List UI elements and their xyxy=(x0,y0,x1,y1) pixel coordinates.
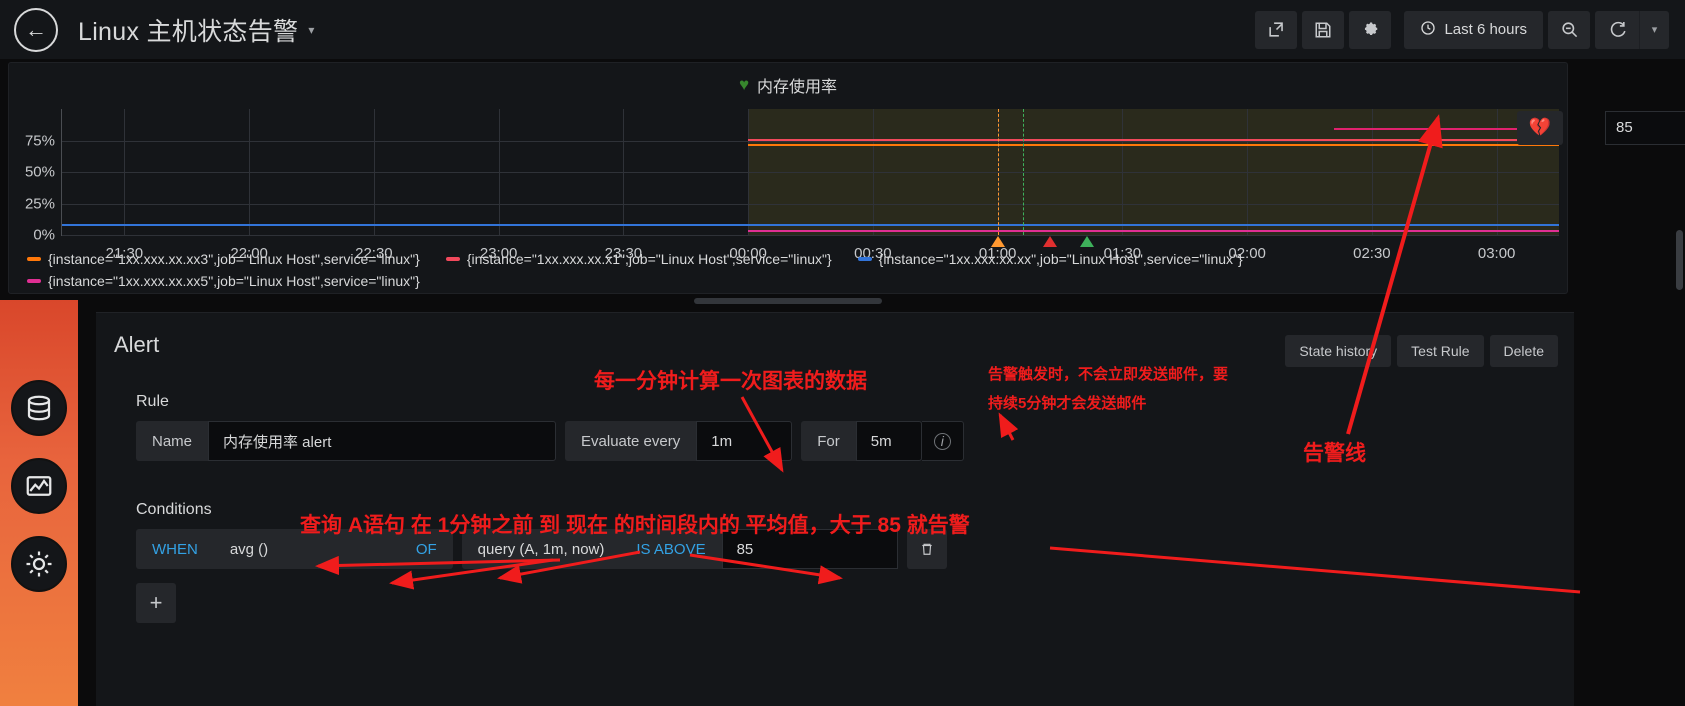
condition-of[interactable]: OF xyxy=(399,529,453,569)
page-scrollbar-thumb[interactable] xyxy=(1676,230,1683,290)
alert-section-title: Alert xyxy=(114,332,160,357)
zoom-out-icon[interactable] xyxy=(1548,10,1590,49)
rule-fields-row: Name 内存使用率 alert Evaluate every 1m For 5… xyxy=(136,421,1534,461)
legend-item[interactable]: {instance="1xx.xxx.xx.xx3",job="Linux Ho… xyxy=(27,251,420,267)
refresh-interval-caret-icon[interactable]: ▾ xyxy=(1639,10,1669,49)
grid-line-horizontal xyxy=(62,172,1559,173)
legend-item[interactable]: {instance="1xx.xxx.xx.xx5",job="Linux Ho… xyxy=(27,273,420,289)
grid-line-horizontal xyxy=(62,235,1559,236)
plus-icon[interactable]: + xyxy=(136,583,176,623)
time-range-label: Last 6 hours xyxy=(1444,21,1527,38)
conditions-section: Conditions WHEN avg () OF query (A, 1m, … xyxy=(96,501,1574,623)
alert-state-marker-pending[interactable] xyxy=(990,236,1005,247)
grid-line-vertical xyxy=(1122,109,1124,235)
time-range-picker[interactable]: Last 6 hours xyxy=(1404,10,1543,49)
alert-editor-panel: Alert State history Test Rule Delete Rul… xyxy=(96,312,1574,706)
for-label: For xyxy=(801,421,856,461)
grid-line-vertical xyxy=(249,109,251,235)
grid-line-vertical xyxy=(373,109,375,235)
chart-series-line xyxy=(748,139,1559,142)
navbar-actions xyxy=(1255,10,1396,49)
heart-ok-icon: ♥ xyxy=(738,75,750,94)
state-history-button[interactable]: State history xyxy=(1285,335,1392,367)
alert-editor-header: Alert State history Test Rule Delete xyxy=(96,313,1574,377)
panel-resize-handle[interactable] xyxy=(694,298,882,304)
dashboard-graph-icon[interactable] xyxy=(11,458,67,514)
rule-name-input[interactable]: 内存使用率 alert xyxy=(208,421,557,461)
grid-line-vertical xyxy=(124,109,126,235)
alert-state-marker-alerting[interactable] xyxy=(1043,236,1058,247)
chart-series-line xyxy=(748,229,1559,232)
legend-label: {instance="1xx.xxx.xx.xx3",job="Linux Ho… xyxy=(48,251,420,267)
condition-operator[interactable]: IS ABOVE xyxy=(620,529,722,569)
y-axis-tick: 0% xyxy=(33,226,55,244)
threshold-value-input[interactable]: 85 xyxy=(1605,110,1685,145)
top-navbar: ← Linux 主机状态告警 ▾ Last 6 hours ▾ xyxy=(0,0,1685,59)
grid-line-vertical xyxy=(748,109,750,235)
gear-alert-icon[interactable] xyxy=(11,536,67,592)
chevron-down-icon[interactable]: ▾ xyxy=(308,23,314,37)
for-field[interactable]: For 5m i xyxy=(801,421,964,461)
y-axis-tick: 75% xyxy=(24,132,55,149)
chart-series-line xyxy=(748,144,1559,147)
grid-line-vertical xyxy=(498,109,500,235)
alert-state-marker-ok[interactable] xyxy=(1080,236,1095,247)
legend-color-swatch xyxy=(445,257,460,261)
legend-color-swatch xyxy=(27,279,41,283)
chart-legend: {instance="1xx.xxx.xx.xx3",job="Linux Ho… xyxy=(27,251,1549,289)
save-icon[interactable] xyxy=(1302,10,1345,49)
left-icon-rail xyxy=(0,300,78,706)
page-title: Linux 主机状态告警 xyxy=(78,17,299,46)
legend-item[interactable]: {instance="1xx.xxx.xx.xx",job="Linux Hos… xyxy=(857,251,1243,267)
for-info-wrap: i xyxy=(921,421,964,461)
grid-line-vertical xyxy=(623,109,625,235)
legend-color-swatch xyxy=(857,257,872,261)
legend-item[interactable]: {instance="1xx.xxx.xx.x1",job="Linux Hos… xyxy=(445,251,832,267)
condition-reducer[interactable]: avg () xyxy=(213,529,400,569)
share-icon[interactable] xyxy=(1255,10,1298,49)
legend-label: {instance="1xx.xxx.xx.x1",job="Linux Hos… xyxy=(466,251,832,267)
legend-color-swatch xyxy=(27,257,41,261)
chart-plot-area[interactable]: 0% 25% 50% 75% 21:30 22:00 22:30 23:00 23:30 00:0… xyxy=(25,109,1685,262)
alert-event-line xyxy=(997,109,999,235)
database-icon[interactable] xyxy=(11,380,67,436)
evaluate-every-label: Evaluate every xyxy=(565,421,697,461)
for-input[interactable]: 5m xyxy=(855,421,922,461)
y-axis-tick: 25% xyxy=(24,195,55,212)
condition-row: WHEN avg () OF query (A, 1m, now) IS ABO… xyxy=(136,529,1534,569)
rule-name-label: Name xyxy=(136,421,209,461)
chart-series-line xyxy=(62,223,1559,226)
grid-line-vertical xyxy=(872,109,874,235)
grid-line-horizontal xyxy=(62,203,1559,205)
gear-icon[interactable] xyxy=(1349,10,1392,49)
panel-header[interactable]: ♥ 内存使用率 xyxy=(9,73,1567,97)
conditions-section-label: Conditions xyxy=(136,501,212,518)
condition-when[interactable]: WHEN xyxy=(136,529,214,569)
evaluate-every-input[interactable]: 1m xyxy=(696,421,793,461)
panel-title-label: 内存使用率 xyxy=(757,79,838,96)
rule-section-label: Rule xyxy=(136,393,169,410)
rule-name-field[interactable]: Name 内存使用率 alert xyxy=(136,421,557,461)
info-icon[interactable]: i xyxy=(933,432,951,450)
refresh-control: ▾ xyxy=(1595,10,1669,49)
legend-label: {instance="1xx.xxx.xx.xx5",job="Linux Ho… xyxy=(48,273,420,289)
alert-event-line xyxy=(1022,109,1024,235)
grafana-alert-page: ← Linux 主机状态告警 ▾ Last 6 hours ▾ ♥ 内存使用率 … xyxy=(0,0,1685,706)
graph-panel: ♥ 内存使用率 0% 25% 50% 75% 21:30 22:00 22:30 23:00 2… xyxy=(8,62,1685,304)
heart-break-icon[interactable]: 💔 xyxy=(1517,110,1563,145)
condition-value-input[interactable]: 85 xyxy=(721,529,898,569)
test-rule-button[interactable]: Test Rule xyxy=(1397,335,1484,367)
refresh-icon[interactable] xyxy=(1595,10,1639,49)
clock-icon xyxy=(1420,20,1436,40)
legend-label: {instance="1xx.xxx.xx.xx",job="Linux Hos… xyxy=(878,251,1243,267)
y-axis-tick: 50% xyxy=(24,163,55,181)
alert-header-actions: State history Test Rule Delete xyxy=(1285,335,1558,367)
delete-button[interactable]: Delete xyxy=(1489,335,1558,367)
evaluate-every-field[interactable]: Evaluate every 1m xyxy=(565,421,793,461)
back-arrow-icon[interactable]: ← xyxy=(14,7,58,52)
rule-section: Rule Name 内存使用率 alert Evaluate every 1m … xyxy=(96,393,1574,461)
grid-line-vertical xyxy=(1247,109,1249,235)
condition-query[interactable]: query (A, 1m, now) xyxy=(461,529,621,569)
trash-icon[interactable] xyxy=(906,529,947,569)
